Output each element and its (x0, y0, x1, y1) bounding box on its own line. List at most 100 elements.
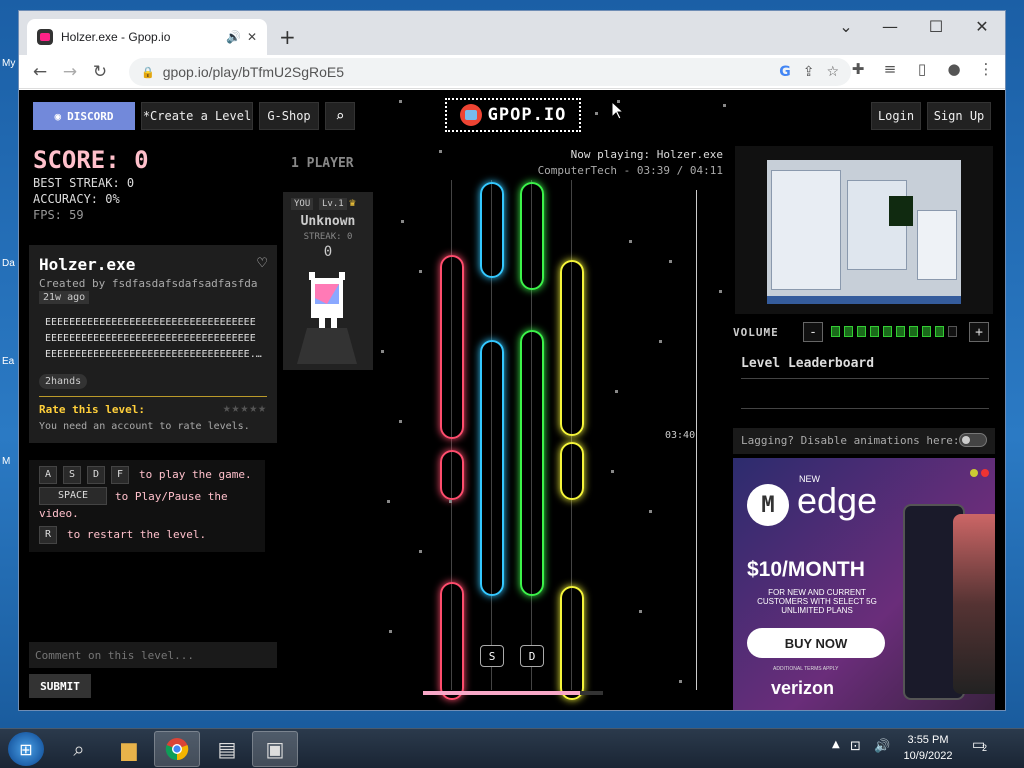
volume-segment[interactable] (935, 326, 944, 337)
back-icon[interactable]: ← (25, 62, 55, 82)
network-icon[interactable]: ⊡ (850, 739, 861, 754)
media-control-icon[interactable]: ≡ (879, 60, 901, 78)
tab-title: Holzer.exe - Gpop.io (61, 30, 171, 44)
background-star (629, 240, 632, 243)
song-progress-bar (423, 691, 603, 695)
animation-toggle[interactable] (959, 433, 987, 447)
ad-phone-image (953, 514, 995, 694)
note-f (560, 586, 584, 700)
desktop-icon-label[interactable]: My (2, 58, 15, 69)
chrome-icon[interactable] (154, 731, 200, 767)
song-tag[interactable]: 2hands (39, 374, 88, 389)
controls-help: A S D F to play the game. SPACE to Play/… (29, 460, 265, 552)
volume-segment[interactable] (896, 326, 905, 337)
notification-icon[interactable]: ▭ 2 (972, 737, 987, 753)
animation-toggle-row: Lagging? Disable animations here: (733, 428, 995, 454)
close-window-button[interactable]: ✕ (959, 17, 1005, 36)
profile-avatar-icon[interactable]: ● (943, 60, 965, 78)
gpop-logo[interactable]: GPOP.IO (445, 98, 581, 132)
clock[interactable]: 3:55 PM 10/9/2022 (896, 732, 960, 764)
volume-segment[interactable] (857, 326, 866, 337)
submit-button[interactable]: SUBMIT (29, 674, 91, 698)
desktop-icon-label[interactable]: Ea (2, 356, 14, 367)
reload-icon[interactable]: ↻ (85, 62, 115, 82)
lane-key-s[interactable]: S (480, 645, 504, 667)
close-tab-icon[interactable]: ✕ (247, 30, 257, 44)
minimize-button[interactable]: — (867, 17, 913, 36)
address-bar[interactable]: 🔒 gpop.io/play/bTfmU2SgRoE5 G ⇪ ☆ (129, 58, 851, 86)
maximize-button[interactable]: ☐ (913, 17, 959, 36)
extensions-icon[interactable]: ✚ (847, 60, 869, 78)
video-taskbar (767, 296, 961, 304)
gshop-button[interactable]: G-Shop (259, 102, 319, 130)
file-explorer-icon[interactable]: ▆ (106, 731, 152, 767)
search-icon[interactable]: ⌕ (325, 102, 355, 130)
discord-button[interactable]: ◉ DISCORD (33, 102, 135, 130)
ad-fine-print: ADDITIONAL TERMS APPLY (773, 666, 839, 672)
comment-input[interactable] (29, 642, 277, 668)
volume-segment[interactable] (870, 326, 879, 337)
video-player[interactable] (735, 146, 993, 314)
background-star (615, 390, 618, 393)
background-star (439, 150, 442, 153)
background-star (419, 550, 422, 553)
volume-down-button[interactable]: - (803, 322, 823, 342)
now-playing-label: Now playing: Holzer.exe (570, 148, 723, 161)
document-icon[interactable]: ▤ (204, 731, 250, 767)
game-page: ◉ DISCORD *Create a Level G-Shop ⌕ GPOP.… (19, 90, 1005, 710)
logo-text: GPOP.IO (487, 105, 567, 125)
video-frame[interactable] (767, 160, 961, 304)
ad-buy-now-button[interactable]: BUY NOW (747, 628, 885, 658)
volume-segment[interactable] (909, 326, 918, 337)
lane-key-d[interactable]: D (520, 645, 544, 667)
song-timeline (696, 190, 697, 690)
menu-icon[interactable]: ⋮ (975, 60, 997, 78)
video-window-a (771, 170, 841, 290)
heart-icon[interactable]: ♡ (257, 253, 267, 272)
player-name: Unknown (300, 214, 356, 229)
create-level-button[interactable]: *Create a Level (141, 102, 253, 130)
speaker-icon[interactable]: 🔊 (226, 30, 241, 44)
lock-icon[interactable]: 🔒 (141, 66, 155, 79)
forward-icon[interactable]: → (55, 62, 85, 82)
desktop-icon-label[interactable]: Da (2, 258, 15, 269)
tab-active[interactable]: Holzer.exe - Gpop.io 🔊 ✕ (27, 19, 267, 55)
volume-segment[interactable] (948, 326, 957, 337)
advertisement[interactable]: NEW M edge $10/MONTH FOR NEW AND CURRENT… (733, 458, 995, 710)
google-translate-icon[interactable]: G (779, 64, 791, 80)
new-tab-button[interactable]: + (279, 25, 296, 49)
side-panel-icon[interactable]: ▯ (911, 60, 933, 78)
player-streak: STREAK: 0 (303, 232, 353, 242)
browser-toolbar: ← → ↻ 🔒 gpop.io/play/bTfmU2SgRoE5 G ⇪ ☆ … (19, 55, 1005, 89)
remote-app-icon[interactable]: ▣ (252, 731, 298, 767)
bookmark-star-icon[interactable]: ☆ (826, 64, 839, 80)
signup-button[interactable]: Sign Up (927, 102, 991, 130)
background-star (595, 112, 598, 115)
volume-icon[interactable]: 🔊 (874, 739, 890, 754)
background-star (669, 260, 672, 263)
search-icon[interactable]: ⌕ (56, 731, 102, 767)
clock-date: 10/9/2022 (903, 750, 953, 762)
volume-segment[interactable] (883, 326, 892, 337)
volume-up-button[interactable]: + (969, 322, 989, 342)
tab-search-icon[interactable]: ⌄ (823, 17, 869, 36)
ad-close-icon[interactable] (981, 469, 989, 477)
ad-choices[interactable] (967, 462, 989, 481)
volume-segment[interactable] (844, 326, 853, 337)
fps: FPS: 59 (33, 208, 84, 222)
motorola-logo-icon: M (747, 484, 789, 526)
note-s (480, 340, 504, 596)
login-button[interactable]: Login (871, 102, 921, 130)
volume-segment[interactable] (831, 326, 840, 337)
volume-label: VOLUME (733, 326, 779, 339)
desktop-icon-label[interactable]: M (2, 456, 10, 467)
volume-segment[interactable] (922, 326, 931, 337)
url-text[interactable]: gpop.io/play/bTfmU2SgRoE5 (163, 64, 768, 80)
rate-label: Rate this level: (39, 403, 145, 416)
start-button[interactable]: ⊞ (8, 732, 44, 766)
share-icon[interactable]: ⇪ (803, 64, 815, 80)
show-hidden-icons[interactable]: ▲ (832, 739, 840, 750)
song-creator: Created by fsdfasdafsdafsadfasfda (39, 277, 258, 290)
you-badge: YOU (291, 198, 314, 210)
rating-stars[interactable]: ★★★★★ (223, 401, 267, 416)
